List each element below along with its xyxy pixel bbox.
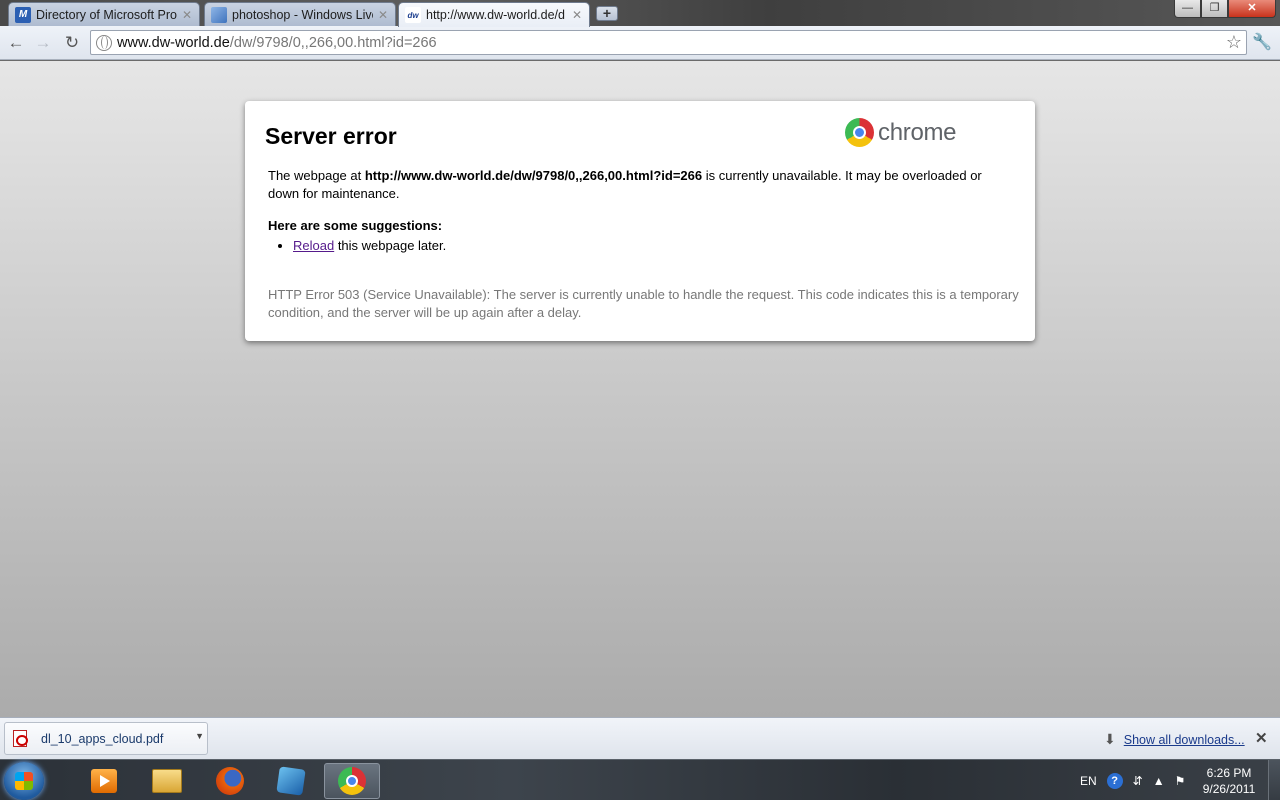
action-center-flag-icon[interactable]: ⚑ <box>1175 774 1186 788</box>
forward-arrow-icon[interactable]: → <box>32 32 54 54</box>
window-close-button[interactable]: ✕ <box>1228 0 1276 18</box>
error-box: Server error chrome The webpage at http:… <box>245 101 1035 341</box>
chrome-logo-icon <box>845 118 874 147</box>
minimize-button[interactable]: — <box>1174 0 1201 18</box>
error-message-url: http://www.dw-world.de/dw/9798/0,,266,00… <box>364 168 703 183</box>
taskbar-hp[interactable] <box>263 763 319 799</box>
system-tray: EN ? ⇵ ▲ ⚑ <box>1080 760 1195 800</box>
tab-close-icon[interactable]: ✕ <box>377 8 389 22</box>
taskbar-firefox[interactable] <box>202 763 258 799</box>
error-message-prefix: The webpage at <box>268 168 365 183</box>
error-message: The webpage at http://www.dw-world.de/dw… <box>268 167 1013 203</box>
tab-title: http://www.dw-world.de/d <box>426 8 565 22</box>
media-player-icon <box>91 769 117 793</box>
reload-suffix: this webpage later. <box>334 238 447 253</box>
taskbar-media-player[interactable] <box>76 763 132 799</box>
show-all-downloads-link[interactable]: Show all downloads... <box>1124 733 1245 747</box>
microsoft-favicon-icon: M <box>15 6 31 23</box>
pdf-icon <box>13 730 28 747</box>
download-arrow-icon: ⬇ <box>1104 731 1116 747</box>
help-icon[interactable]: ? <box>1106 772 1123 789</box>
chrome-logo-text: chrome <box>878 118 957 146</box>
globe-icon <box>96 35 112 51</box>
download-shelf: dl_10_apps_cloud.pdf ▼ ⬇ Show all downlo… <box>0 717 1280 759</box>
taskbar: EN ? ⇵ ▲ ⚑ 6:26 PM 9/26/2011 <box>0 759 1280 800</box>
firefox-icon <box>216 767 244 795</box>
tab-dw-world[interactable]: dw http://www.dw-world.de/d ✕ <box>398 2 590 27</box>
tab-directory-microsoft[interactable]: M Directory of Microsoft Prod ✕ <box>8 2 200 26</box>
url-path: /dw/9798/0,,266,00.html?id=266 <box>229 34 437 51</box>
taskbar-explorer[interactable] <box>139 763 195 799</box>
window-controls: — ❐ ✕ <box>1174 0 1276 19</box>
tab-strip: M Directory of Microsoft Prod ✕ photosho… <box>0 0 1280 27</box>
suggestions-list: Reload this webpage later. <box>293 238 446 253</box>
wrench-menu-icon[interactable]: 🔧 <box>1252 32 1272 52</box>
suggestions-heading: Here are some suggestions: <box>268 218 443 233</box>
reload-icon[interactable]: ↻ <box>61 32 83 54</box>
list-item: Reload this webpage later. <box>293 238 446 253</box>
language-indicator[interactable]: EN <box>1080 774 1097 788</box>
start-button[interactable] <box>4 762 44 800</box>
clock[interactable]: 6:26 PM 9/26/2011 <box>1196 765 1262 797</box>
tab-title: photoshop - Windows Live <box>232 7 373 22</box>
network-icon[interactable]: ⇵ <box>1133 774 1143 788</box>
page-content: Server error chrome The webpage at http:… <box>0 61 1280 717</box>
bookmark-star-icon[interactable]: ☆ <box>1226 32 1242 53</box>
restore-button[interactable]: ❐ <box>1201 0 1228 18</box>
tab-close-icon[interactable]: ✕ <box>181 8 193 22</box>
error-title: Server error <box>265 123 397 149</box>
download-item[interactable]: dl_10_apps_cloud.pdf ▼ <box>4 722 208 755</box>
reload-link[interactable]: Reload <box>293 238 334 253</box>
tab-close-icon[interactable]: ✕ <box>571 8 583 22</box>
taskbar-chrome[interactable] <box>324 763 380 799</box>
close-icon[interactable]: ✕ <box>1255 729 1268 747</box>
back-arrow-icon[interactable]: ← <box>5 32 27 54</box>
chevron-down-icon[interactable]: ▼ <box>195 731 204 741</box>
address-bar[interactable]: www.dw-world.de/dw/9798/0,,266,00.html?i… <box>90 30 1247 55</box>
clock-time: 6:26 PM <box>1206 766 1252 780</box>
hp-icon <box>276 766 306 796</box>
show-all-downloads[interactable]: ⬇ Show all downloads... <box>1104 731 1245 748</box>
tab-photoshop-windows-live[interactable]: photoshop - Windows Live ✕ <box>204 2 396 26</box>
windows-live-favicon-icon <box>211 6 227 23</box>
clock-date: 9/26/2011 <box>1202 782 1256 796</box>
chrome-icon <box>338 767 366 795</box>
error-detail: HTTP Error 503 (Service Unavailable): Th… <box>268 287 1019 320</box>
show-desktop-button[interactable] <box>1268 760 1280 800</box>
dw-favicon-icon: dw <box>405 7 421 23</box>
browser-toolbar: ← → ↻ www.dw-world.de/dw/9798/0,,266,00.… <box>0 26 1280 60</box>
download-filename: dl_10_apps_cloud.pdf <box>41 731 164 746</box>
show-hidden-icons-icon[interactable]: ▲ <box>1153 774 1165 788</box>
folder-icon <box>152 769 182 793</box>
chrome-logo: chrome <box>845 118 957 147</box>
tab-title: Directory of Microsoft Prod <box>36 7 177 22</box>
new-tab-button[interactable]: + <box>596 6 618 21</box>
url-host: www.dw-world.de <box>117 34 230 51</box>
